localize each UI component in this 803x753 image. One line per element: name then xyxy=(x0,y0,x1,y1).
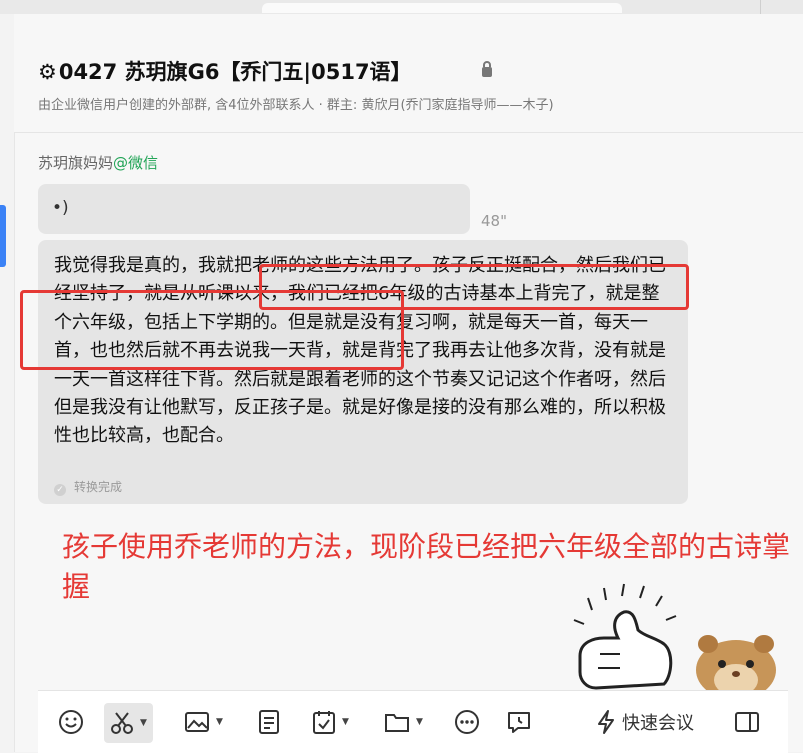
chevron-down-icon[interactable]: ▼ xyxy=(140,718,147,728)
thumbs-up-sticker xyxy=(573,583,677,690)
group-gear-icon: ⚙ xyxy=(38,60,57,84)
chat-title[interactable]: ⚙0427 苏玥旗G6【乔门五|0517语】 xyxy=(38,56,412,86)
quick-meeting-label: 快速会议 xyxy=(622,713,694,734)
lock-icon xyxy=(482,61,492,77)
image-button[interactable]: ▼ xyxy=(184,707,223,737)
sender-line: 苏玥旗妈妈@微信 xyxy=(38,152,158,173)
selected-conversation-indicator xyxy=(0,205,6,267)
more-button[interactable] xyxy=(454,707,480,737)
check-icon: ✓ xyxy=(54,484,66,496)
message-toolbar: ▼ ▼ ▼ ▼ 快速会议 xyxy=(38,690,788,753)
lightning-icon xyxy=(598,710,614,734)
voice-duration: 48" xyxy=(481,212,507,230)
sender-name[interactable]: 苏玥旗妈妈 xyxy=(38,154,113,172)
document-icon xyxy=(259,710,279,734)
sidebar-toggle-button[interactable] xyxy=(734,707,760,737)
folder-button[interactable]: ▼ xyxy=(384,707,423,737)
sender-wechat-tag: @微信 xyxy=(113,154,159,172)
chat-history-icon xyxy=(508,712,530,733)
chat-subtitle: 由企业微信用户创建的外部群, 含4位外部联系人 · 群主: 黄欣月(乔门家庭指导… xyxy=(38,98,554,113)
chevron-down-icon[interactable]: ▼ xyxy=(342,717,349,727)
more-icon xyxy=(455,710,479,734)
emoji-button[interactable] xyxy=(58,707,84,737)
chevron-down-icon[interactable]: ▼ xyxy=(216,717,223,727)
voice-message[interactable]: •) xyxy=(38,184,470,234)
screenshot-button[interactable]: ▼ xyxy=(104,703,153,743)
emoji-icon xyxy=(59,710,83,734)
tab-divider xyxy=(760,0,761,14)
chat-history-button[interactable] xyxy=(506,707,532,737)
folder-icon xyxy=(385,714,409,732)
voice-wave-icon: •) xyxy=(52,198,69,218)
schedule-button[interactable]: ▼ xyxy=(312,707,349,737)
scissors-icon xyxy=(111,712,133,734)
window-tab[interactable] xyxy=(262,3,622,13)
image-icon xyxy=(185,712,209,732)
sidebar-icon xyxy=(735,712,759,732)
quick-meeting-button[interactable]: 快速会议 xyxy=(596,707,694,737)
convert-status-label: 转换完成 xyxy=(74,480,123,494)
highlight-box-2 xyxy=(20,290,404,370)
convert-status: ✓ 转换完成 xyxy=(54,478,122,496)
calendar-check-icon xyxy=(313,711,335,734)
chevron-down-icon[interactable]: ▼ xyxy=(416,717,423,727)
document-button[interactable] xyxy=(258,707,280,737)
